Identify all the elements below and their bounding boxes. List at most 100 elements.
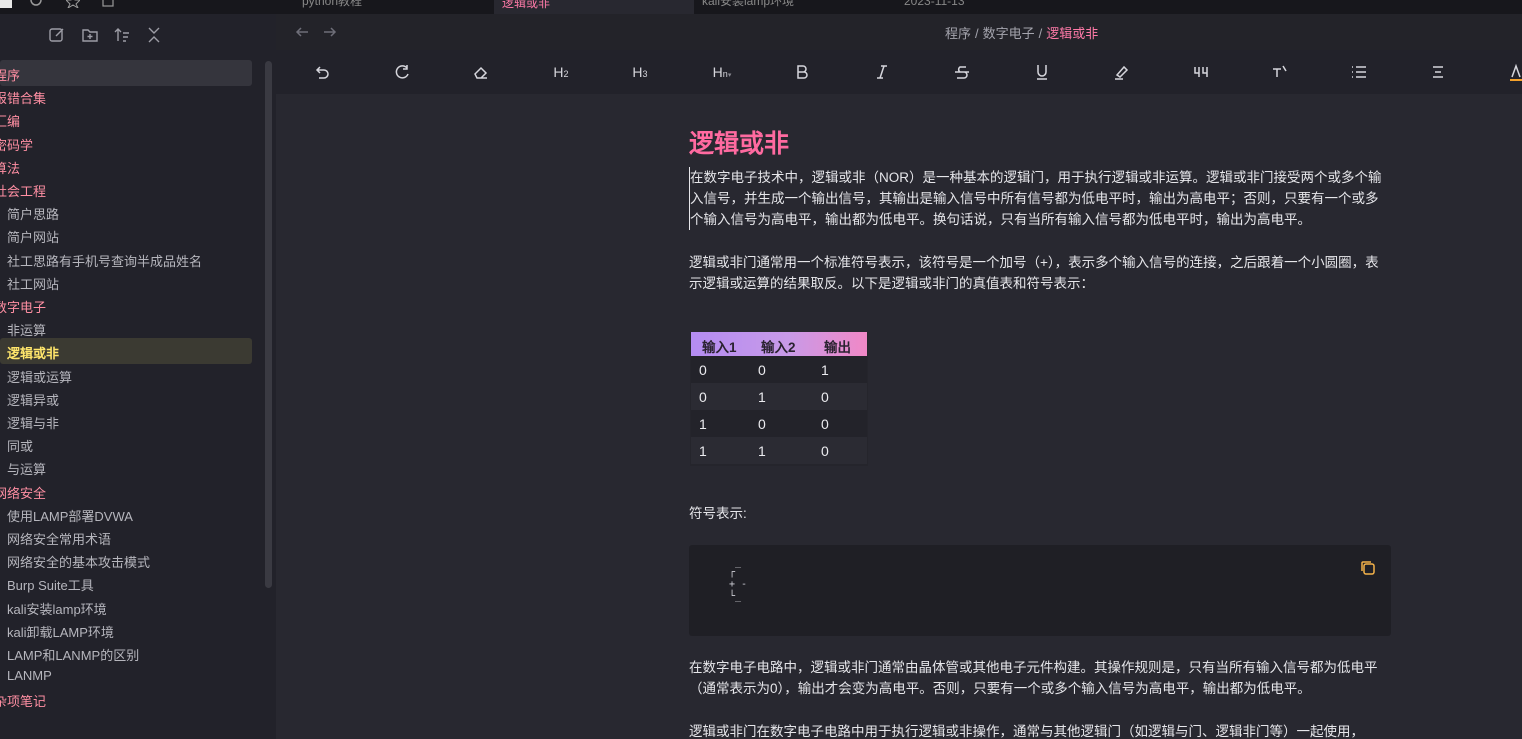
sidebar-note[interactable]: 简户网站 bbox=[0, 222, 252, 248]
table-cell[interactable]: 1 bbox=[758, 443, 766, 459]
chevron-down-icon: ▾ bbox=[727, 72, 732, 79]
sidebar-item-label: kali卸载LAMP环境 bbox=[7, 624, 114, 640]
paragraph[interactable]: 逻辑或非门通常用一个标准符号表示，该符号是一个加号（+），表示多个输入信号的连接… bbox=[689, 252, 1391, 294]
align-icon[interactable] bbox=[1429, 62, 1449, 82]
sidebar-note[interactable]: kali卸载LAMP环境 bbox=[0, 617, 252, 643]
sidebar-item-label: LAMP和LANMP的区别 bbox=[7, 648, 140, 663]
sidebar-folder[interactable]: 密码学 bbox=[0, 130, 252, 156]
sidebar-note[interactable]: 使用LAMP部署DVWA bbox=[0, 501, 252, 527]
sidebar-folder[interactable]: 数字电子 bbox=[0, 292, 252, 318]
sidebar-note[interactable]: 与运算 bbox=[0, 454, 252, 480]
heading-2-button[interactable]: H2 bbox=[551, 62, 571, 82]
table-cell[interactable]: 0 bbox=[699, 389, 707, 405]
tab-python[interactable]: python教程 bbox=[296, 0, 492, 14]
search-icon[interactable] bbox=[30, 0, 44, 8]
sidebar-note[interactable]: 逻辑与非 bbox=[0, 408, 252, 434]
highlight-icon[interactable] bbox=[1112, 62, 1132, 82]
table-cell[interactable]: 1 bbox=[699, 443, 707, 459]
app-menu-icon[interactable] bbox=[0, 0, 14, 8]
table-cell[interactable]: 1 bbox=[699, 416, 707, 432]
page-title: 逻辑或非 bbox=[689, 130, 790, 158]
table-cell[interactable]: 1 bbox=[821, 362, 829, 378]
sidebar-note[interactable]: 网络安全常用术语 bbox=[0, 524, 252, 550]
sidebar-item-label: 逻辑异或 bbox=[7, 392, 60, 408]
sidebar-item-label: 网络安全的基本攻击模式 bbox=[7, 555, 151, 571]
sidebar-item-label: 使用LAMP部署DVWA bbox=[7, 508, 133, 524]
editor-toolbar: H2 H3 Hn▾ bbox=[276, 50, 1522, 94]
italic-icon[interactable] bbox=[872, 62, 892, 82]
sidebar-folder[interactable]: 汇编 bbox=[0, 106, 252, 132]
forward-arrow-icon[interactable] bbox=[322, 24, 338, 40]
copy-icon[interactable] bbox=[1359, 559, 1377, 577]
redo-icon[interactable] bbox=[392, 62, 412, 82]
list-icon[interactable] bbox=[1349, 62, 1369, 82]
sidebar-item-label: Burp Suite工具 bbox=[7, 578, 94, 594]
sidebar-note[interactable]: LANMP bbox=[0, 663, 252, 689]
nav-bar: 程序 / 数字电子 / 逻辑或非 bbox=[276, 14, 1522, 50]
sidebar-item-label: 杂项笔记 bbox=[0, 694, 47, 710]
tab-active[interactable]: 逻辑或非× bbox=[494, 0, 694, 14]
undo-icon[interactable] bbox=[312, 62, 332, 82]
star-icon[interactable] bbox=[66, 0, 80, 8]
paragraph[interactable]: 逻辑或非门在数字电子电路中用于执行逻辑或非操作，通常与其他逻辑门（如逻辑与门、逻… bbox=[689, 721, 1391, 739]
sidebar-note[interactable]: 同或 bbox=[0, 431, 252, 457]
new-tab-icon[interactable] bbox=[102, 0, 116, 8]
sidebar-note[interactable]: 非运算 bbox=[0, 315, 252, 341]
sidebar-folder[interactable]: 程序 bbox=[0, 60, 252, 86]
table-cell[interactable]: 0 bbox=[821, 389, 829, 405]
sidebar-folder[interactable]: 社会工程 bbox=[0, 176, 252, 202]
new-folder-icon[interactable] bbox=[81, 26, 99, 44]
heading-3-button[interactable]: H3 bbox=[630, 62, 650, 82]
sidebar-note[interactable]: 社工网站 bbox=[0, 269, 252, 295]
table-cell[interactable]: 0 bbox=[821, 416, 829, 432]
collapse-icon[interactable] bbox=[145, 26, 163, 44]
underline-icon[interactable] bbox=[1032, 62, 1052, 82]
sidebar-note[interactable]: 逻辑或运算 bbox=[0, 362, 252, 388]
breadcrumb: 程序 / 数字电子 / 逻辑或非 bbox=[945, 23, 1098, 42]
sidebar-folder[interactable]: 算法 bbox=[0, 153, 252, 179]
tab-kali[interactable]: kali安装lamp环境 bbox=[696, 0, 896, 14]
table-cell[interactable]: 0 bbox=[821, 443, 829, 459]
sidebar-item-label: 同或 bbox=[7, 439, 34, 455]
paragraph[interactable]: 在数字电子电路中，逻辑或非门通常由晶体管或其他电子元件构建。其操作规则是，只有当… bbox=[689, 657, 1391, 699]
paragraph[interactable]: 在数字电子技术中，逻辑或非（NOR）是一种基本的逻辑门，用于执行逻辑或非运算。逻… bbox=[689, 167, 1391, 230]
sort-icon[interactable] bbox=[113, 26, 131, 44]
bold-icon[interactable] bbox=[792, 62, 812, 82]
sidebar-item-label: 网络安全 bbox=[0, 485, 47, 501]
code-block[interactable]: ┌‾ + - └_ bbox=[689, 545, 1391, 636]
sidebar-folder[interactable]: 报错合集 bbox=[0, 83, 252, 109]
table-header-cell: 输入1 bbox=[702, 340, 737, 355]
superscript-icon[interactable] bbox=[1270, 62, 1290, 82]
table-cell[interactable]: 1 bbox=[758, 389, 766, 405]
sidebar-note[interactable]: 社工思路有手机号查询半成品姓名 bbox=[0, 246, 252, 272]
tab-date[interactable]: 2023-11-13 bbox=[898, 0, 1098, 14]
sidebar-scrollbar[interactable] bbox=[265, 61, 272, 588]
sidebar-note[interactable]: LAMP和LANMP的区别 bbox=[0, 640, 252, 666]
sidebar-item-label: 报错合集 bbox=[0, 91, 47, 107]
new-note-icon[interactable] bbox=[48, 26, 66, 44]
sidebar-item-label: 简户思路 bbox=[7, 207, 60, 223]
back-arrow-icon[interactable] bbox=[294, 24, 310, 40]
breadcrumb-item[interactable]: 数字电子 bbox=[983, 26, 1035, 41]
sidebar-note[interactable]: Burp Suite工具 bbox=[0, 570, 252, 596]
sidebar-item-label: 社会工程 bbox=[0, 184, 47, 199]
sidebar-note[interactable]: 逻辑或非 bbox=[0, 338, 252, 365]
symbol-label[interactable]: 符号表示: bbox=[689, 503, 1391, 524]
sidebar-note[interactable]: 简户思路 bbox=[0, 199, 252, 225]
heading-n-button[interactable]: Hn▾ bbox=[708, 62, 736, 82]
quote-icon[interactable] bbox=[1191, 62, 1211, 82]
sidebar-folder[interactable]: 网络安全 bbox=[0, 478, 252, 504]
sidebar-note[interactable]: 逻辑异或 bbox=[0, 385, 252, 411]
table-cell[interactable]: 0 bbox=[699, 362, 707, 378]
sidebar-item-label: 网络安全常用术语 bbox=[7, 532, 112, 547]
text-color-icon[interactable] bbox=[1508, 62, 1522, 82]
eraser-icon[interactable] bbox=[471, 62, 491, 82]
table-cell[interactable]: 0 bbox=[758, 416, 766, 432]
sidebar-folder[interactable]: 杂项笔记 bbox=[0, 686, 252, 712]
breadcrumb-item[interactable]: 程序 bbox=[945, 26, 971, 41]
sidebar-item-label: 简户网站 bbox=[7, 230, 60, 246]
strikethrough-icon[interactable] bbox=[952, 62, 972, 82]
sidebar-note[interactable]: kali安装lamp环境 bbox=[0, 594, 252, 620]
table-cell[interactable]: 0 bbox=[758, 362, 766, 378]
sidebar-note[interactable]: 网络安全的基本攻击模式 bbox=[0, 547, 252, 573]
